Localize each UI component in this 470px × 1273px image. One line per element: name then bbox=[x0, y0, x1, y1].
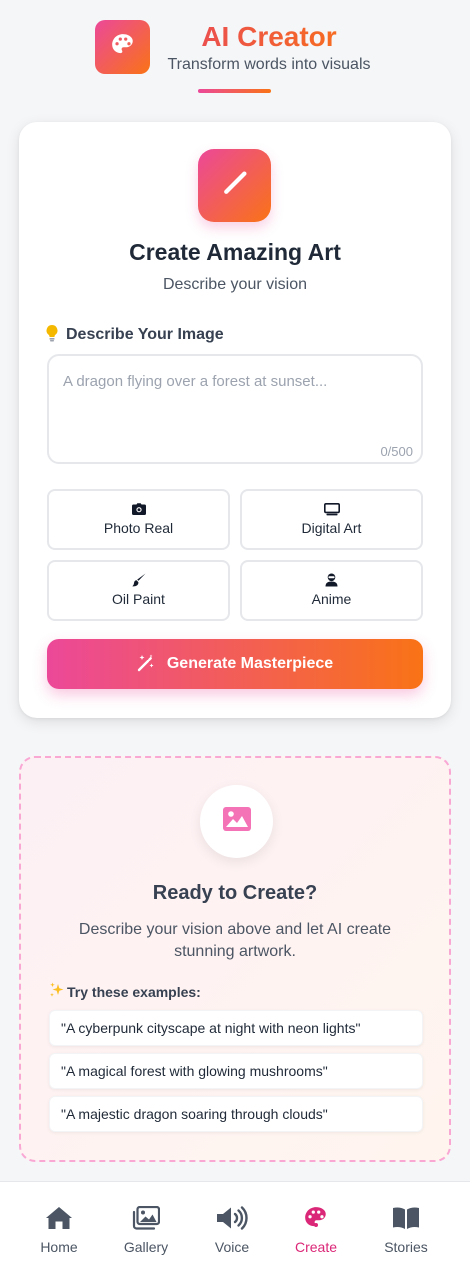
generate-label: Generate Masterpiece bbox=[166, 655, 334, 672]
card-badge bbox=[198, 149, 271, 222]
char-count: 0/500 bbox=[380, 444, 413, 459]
app-subtitle: Transform words into visuals bbox=[167, 56, 371, 73]
app-header: AI Creator Transform words into visuals bbox=[0, 0, 470, 110]
style-label: Digital Art bbox=[301, 520, 362, 536]
card-subtitle: Describe your vision bbox=[162, 276, 308, 293]
bottom-nav: Home Gallery Voice Create Stories bbox=[0, 1181, 470, 1273]
prompt-textarea[interactable] bbox=[49, 356, 421, 462]
monitor-icon bbox=[323, 502, 340, 516]
nav-home[interactable]: Home bbox=[19, 1182, 99, 1273]
book-open-icon bbox=[392, 1204, 420, 1232]
ready-badge bbox=[200, 785, 273, 858]
palette-icon bbox=[110, 32, 136, 63]
nav-label: Home bbox=[40, 1239, 78, 1255]
card-title: Create Amazing Art bbox=[129, 239, 341, 265]
create-card: Create Amazing Art Describe your vision … bbox=[19, 122, 451, 718]
style-label: Anime bbox=[311, 591, 352, 607]
active-indicator-dot bbox=[314, 1223, 318, 1227]
style-photo-real-button[interactable]: Photo Real bbox=[47, 489, 230, 550]
prompt-label: Describe Your Image bbox=[45, 324, 224, 346]
style-digital-art-button[interactable]: Digital Art bbox=[240, 489, 423, 550]
user-ninja-icon bbox=[325, 573, 338, 587]
nav-label: Gallery bbox=[123, 1239, 169, 1255]
nav-label: Create bbox=[294, 1239, 338, 1255]
example-prompt[interactable]: "A majestic dragon soaring through cloud… bbox=[49, 1096, 423, 1132]
style-label: Oil Paint bbox=[112, 591, 165, 607]
magic-wand-icon bbox=[137, 654, 155, 675]
style-label: Photo Real bbox=[103, 520, 174, 536]
camera-icon bbox=[131, 502, 146, 516]
image-icon bbox=[222, 807, 251, 836]
lightbulb-icon bbox=[45, 324, 59, 347]
app-title: AI Creator bbox=[164, 20, 374, 54]
pencil-icon bbox=[220, 168, 250, 203]
examples-label-text: Try these examples: bbox=[67, 983, 201, 1000]
app-logo bbox=[95, 20, 150, 74]
nav-label: Stories bbox=[384, 1239, 428, 1255]
prompt-box: 0/500 bbox=[47, 354, 423, 464]
ready-panel: Ready to Create? Describe your vision ab… bbox=[19, 756, 451, 1162]
ready-title: Ready to Create? bbox=[152, 882, 318, 904]
ready-description: Describe your vision above and let AI cr… bbox=[78, 921, 392, 960]
nav-label: Voice bbox=[214, 1239, 250, 1255]
prompt-label-text: Describe Your Image bbox=[66, 326, 224, 343]
example-prompt[interactable]: "A magical forest with glowing mushrooms… bbox=[49, 1053, 423, 1089]
images-icon bbox=[132, 1204, 160, 1232]
title-underline bbox=[198, 89, 271, 93]
example-prompt[interactable]: "A cyberpunk cityscape at night with neo… bbox=[49, 1010, 423, 1046]
paintbrush-icon bbox=[131, 573, 146, 587]
home-icon bbox=[45, 1204, 73, 1232]
nav-create[interactable]: Create bbox=[276, 1182, 356, 1273]
nav-voice[interactable]: Voice bbox=[192, 1182, 272, 1273]
style-oil-paint-button[interactable]: Oil Paint bbox=[47, 560, 230, 621]
style-anime-button[interactable]: Anime bbox=[240, 560, 423, 621]
sparkles-icon bbox=[49, 982, 65, 1001]
volume-icon bbox=[216, 1204, 248, 1232]
nav-gallery[interactable]: Gallery bbox=[106, 1182, 186, 1273]
nav-stories[interactable]: Stories bbox=[366, 1182, 446, 1273]
palette-icon bbox=[303, 1204, 329, 1232]
generate-button[interactable]: Generate Masterpiece bbox=[47, 639, 423, 689]
examples-label: Try these examples: bbox=[49, 982, 201, 1001]
